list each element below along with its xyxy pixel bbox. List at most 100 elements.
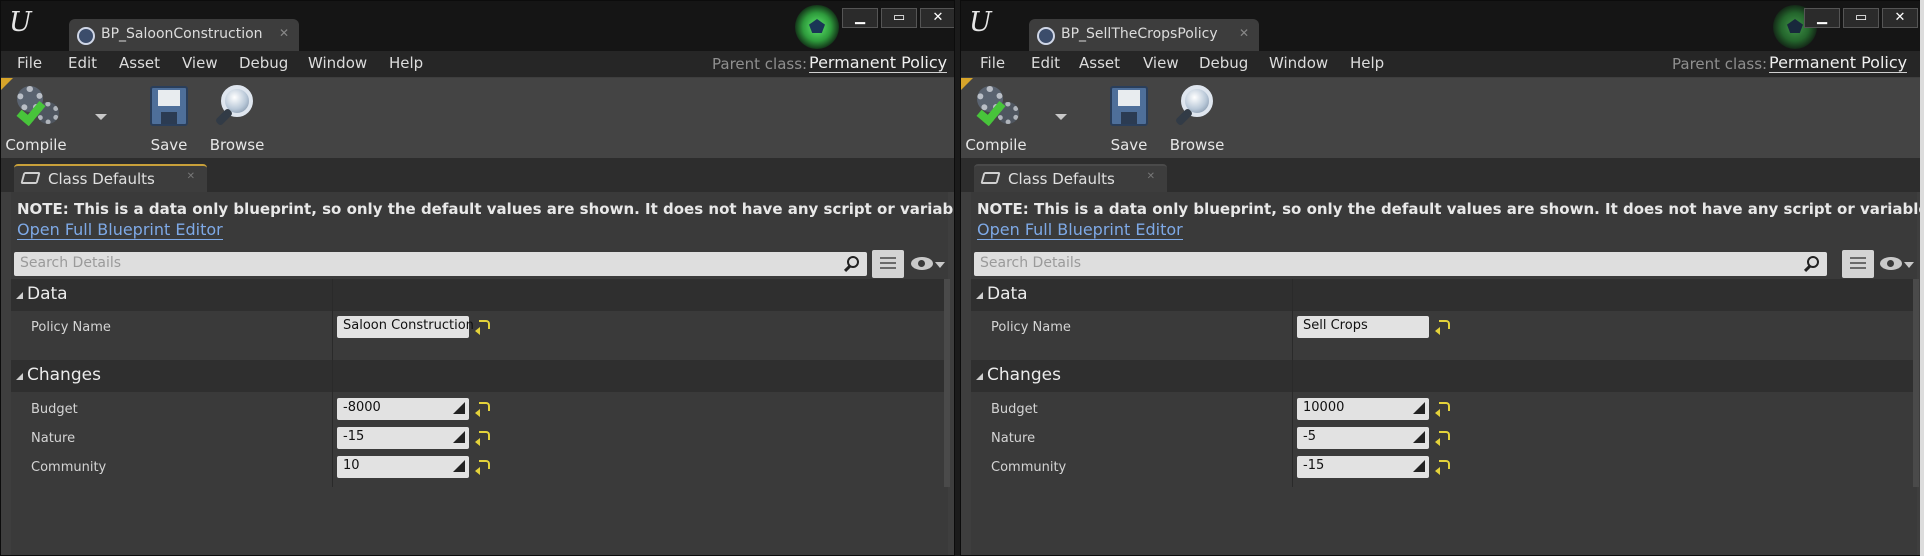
compile-button[interactable]: Compile — [5, 84, 85, 154]
reset-to-default-icon[interactable] — [1439, 402, 1450, 411]
close-panel-tab-icon[interactable]: ✕ — [1147, 171, 1155, 182]
view-options-list-icon[interactable] — [1842, 250, 1874, 278]
save-disk-icon — [1110, 86, 1148, 126]
view-options-list-icon[interactable] — [872, 250, 904, 278]
menu-window[interactable]: Window — [308, 54, 367, 72]
scrollbar[interactable] — [1913, 279, 1919, 487]
community-field[interactable]: 10 — [337, 456, 469, 478]
nature-value: -15 — [343, 429, 365, 444]
toolbar: Compile Save Browse — [961, 78, 1923, 158]
blueprint-icon — [1037, 27, 1055, 45]
compile-label: Compile — [5, 136, 67, 154]
reset-to-default-icon[interactable] — [479, 431, 490, 440]
save-button[interactable]: Save — [143, 84, 195, 154]
section-header-changes[interactable]: Changes — [971, 360, 1919, 392]
reset-to-default-icon[interactable] — [1439, 431, 1450, 440]
document-tab-title: BP_SellTheCropsPolicy — [1061, 26, 1218, 42]
community-value: 10 — [343, 458, 360, 473]
compile-options-chevron-down-icon[interactable] — [95, 114, 107, 120]
community-field[interactable]: -15 — [1297, 456, 1429, 478]
property-row-budget: Budget 10000 — [971, 396, 1919, 425]
reset-to-default-icon[interactable] — [479, 460, 490, 469]
tab-class-defaults-label: Class Defaults — [1008, 170, 1115, 188]
menu-debug[interactable]: Debug — [239, 54, 288, 72]
reset-to-default-icon[interactable] — [1439, 320, 1450, 329]
document-tab[interactable]: BP_SellTheCropsPolicy ✕ — [1029, 19, 1259, 51]
column-splitter[interactable] — [1292, 279, 1293, 487]
drag-spin-icon[interactable] — [453, 402, 465, 414]
tab-class-defaults[interactable]: Class Defaults ✕ — [974, 164, 1167, 192]
collapse-arrow-icon[interactable] — [16, 292, 23, 299]
menu-file[interactable]: File — [980, 54, 1005, 72]
section-header-data[interactable]: Data — [971, 279, 1919, 311]
close-tab-icon[interactable]: ✕ — [279, 26, 289, 40]
visibility-eye-icon[interactable] — [911, 257, 933, 270]
visibility-chevron-down-icon[interactable] — [1904, 262, 1914, 268]
document-tab[interactable]: BP_SaloonConstructionP ✕ — [69, 19, 299, 51]
reset-to-default-icon[interactable] — [479, 402, 490, 411]
menu-asset[interactable]: Asset — [1079, 54, 1120, 72]
collapse-arrow-icon[interactable] — [976, 292, 983, 299]
compile-options-chevron-down-icon[interactable] — [1055, 114, 1067, 120]
menu-edit[interactable]: Edit — [68, 54, 97, 72]
title-bar[interactable]: U BP_SellTheCropsPolicy ✕ ▁ ▭ ✕ — [961, 1, 1923, 51]
close-window-button[interactable]: ✕ — [920, 8, 954, 28]
menu-file[interactable]: File — [17, 54, 42, 72]
collapse-arrow-icon[interactable] — [976, 373, 983, 380]
menu-window[interactable]: Window — [1269, 54, 1328, 72]
menu-asset[interactable]: Asset — [119, 54, 160, 72]
save-button[interactable]: Save — [1103, 84, 1155, 154]
browse-button[interactable]: Browse — [1165, 84, 1229, 154]
visibility-chevron-down-icon[interactable] — [935, 262, 945, 268]
search-placeholder: Search Details — [20, 255, 122, 271]
section-header-data[interactable]: Data — [11, 279, 950, 311]
column-splitter[interactable] — [332, 279, 333, 487]
budget-field[interactable]: -8000 — [337, 398, 469, 420]
policy-name-field[interactable]: Sell Crops — [1297, 316, 1429, 338]
budget-field[interactable]: 10000 — [1297, 398, 1429, 420]
reset-to-default-icon[interactable] — [479, 320, 490, 329]
minimize-button[interactable]: ▁ — [1804, 8, 1840, 28]
policy-name-field[interactable]: Saloon Construction — [337, 316, 474, 338]
nature-field[interactable]: -5 — [1297, 427, 1429, 449]
browse-button[interactable]: Browse — [205, 84, 269, 154]
property-row-policy-name: Policy Name Sell Crops — [971, 314, 1919, 343]
parent-class-link[interactable]: Permanent Policy — [1769, 54, 1908, 73]
drag-spin-icon[interactable] — [1413, 431, 1425, 443]
tab-class-defaults[interactable]: Class Defaults ✕ — [14, 164, 207, 192]
nature-field[interactable]: -15 — [337, 427, 469, 449]
collapse-arrow-icon[interactable] — [16, 373, 23, 380]
reset-to-default-icon[interactable] — [1439, 460, 1450, 469]
menu-view[interactable]: View — [1143, 54, 1179, 72]
drag-spin-icon[interactable] — [453, 431, 465, 443]
visibility-eye-icon[interactable] — [1880, 257, 1902, 270]
window-controls: ▁ ▭ ✕ — [842, 8, 954, 28]
menu-debug[interactable]: Debug — [1199, 54, 1248, 72]
menu-edit[interactable]: Edit — [1031, 54, 1060, 72]
drag-spin-icon[interactable] — [453, 460, 465, 472]
open-full-blueprint-editor-link[interactable]: Open Full Blueprint Editor — [977, 221, 1183, 240]
scrollbar[interactable] — [944, 279, 950, 487]
close-window-button[interactable]: ✕ — [1882, 8, 1918, 28]
maximize-button[interactable]: ▭ — [881, 8, 917, 28]
drag-spin-icon[interactable] — [1413, 460, 1425, 472]
title-bar[interactable]: U BP_SaloonConstructionP ✕ ▁ ▭ ✕ — [1, 1, 954, 51]
minimize-button[interactable]: ▁ — [842, 8, 878, 28]
source-control-status-icon[interactable] — [795, 5, 839, 49]
menu-help[interactable]: Help — [1350, 54, 1384, 72]
menu-view[interactable]: View — [182, 54, 218, 72]
search-details-input[interactable]: Search Details — [14, 252, 867, 276]
close-tab-icon[interactable]: ✕ — [1239, 26, 1249, 40]
parent-class-link[interactable]: Permanent Policy — [809, 54, 948, 73]
close-panel-tab-icon[interactable]: ✕ — [187, 171, 195, 182]
menu-help[interactable]: Help — [389, 54, 423, 72]
search-details-input[interactable]: Search Details — [974, 252, 1827, 276]
compile-button[interactable]: Compile — [965, 84, 1045, 154]
toolbar: Compile Save Browse — [1, 78, 954, 158]
browse-magnifier-icon — [1174, 85, 1219, 129]
open-full-blueprint-editor-link[interactable]: Open Full Blueprint Editor — [17, 221, 223, 240]
section-header-changes[interactable]: Changes — [11, 360, 950, 392]
drag-spin-icon[interactable] — [1413, 402, 1425, 414]
maximize-button[interactable]: ▭ — [1843, 8, 1879, 28]
background-window-edge — [1920, 0, 1924, 556]
